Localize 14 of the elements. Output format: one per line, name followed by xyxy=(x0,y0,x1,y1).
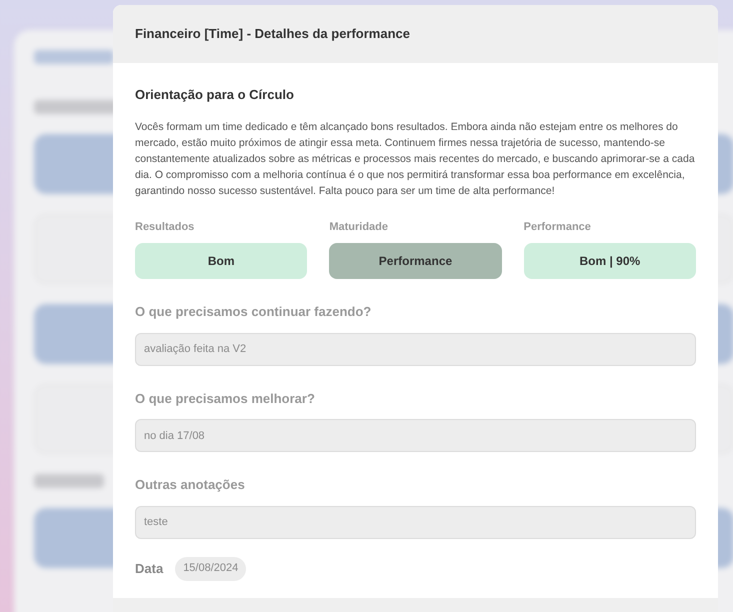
date-label: Data xyxy=(135,560,164,578)
date-chip: 15/08/2024 xyxy=(175,556,246,580)
rating-pill: Performance xyxy=(329,243,502,279)
modal-title: Financeiro [Time] - Detalhes da performance xyxy=(135,25,410,44)
rating-pill: Bom | 90% xyxy=(524,243,696,279)
description-paragraph: Vocês formam um time dedicado e têm alcançado bons resultados. Embora ainda não estejam entre os melhores do mercado, estão muito próximos de atingir essa meta. Continuem firmes nessa trajetória de sucesso, mantendo-se constantemente atualizados sobre as métricas e processos mais recentes do mercado, e buscando aprimorar-se a cada dia. O compromisso com a melhoria contínua é o que nos permitirá transformar essa boa performance em excelência, garantindo nosso sucesso sustentável. Falta pouco para ser um time de alta performance! xyxy=(135,120,696,198)
rating-label: Performance xyxy=(524,220,592,234)
rating-label: Maturidade xyxy=(329,220,390,234)
rating-label: Resultados xyxy=(135,220,196,234)
field-label: O que precisamos continuar fazendo? xyxy=(135,303,372,321)
field-label: Outras anotações xyxy=(135,476,246,494)
field-label: O que precisamos melhorar? xyxy=(135,390,316,408)
section-title: Orientação para o Círculo xyxy=(135,86,295,104)
rating-pill: Bom xyxy=(135,243,308,279)
